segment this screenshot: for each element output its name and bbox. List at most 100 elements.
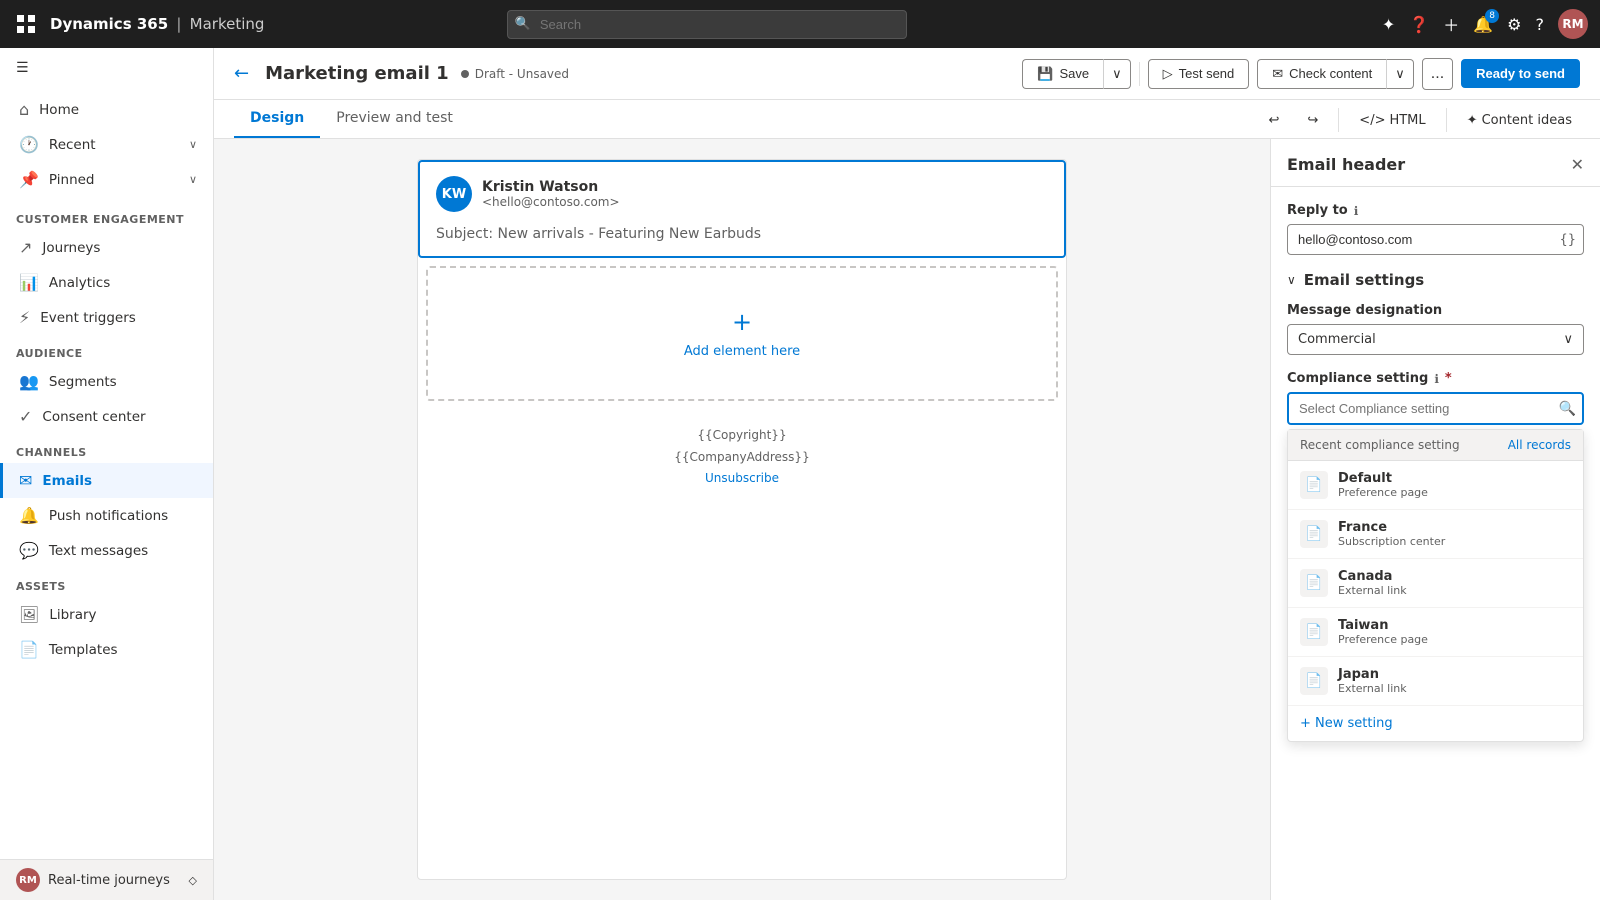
compliance-item-sub-france: Subscription center — [1338, 535, 1445, 548]
emails-icon: ✉ — [19, 471, 32, 490]
back-button[interactable]: ← — [234, 63, 249, 84]
compliance-item-default[interactable]: 📄 Default Preference page — [1288, 461, 1583, 510]
footer-company: {{CompanyAddress}} — [434, 447, 1050, 469]
compliance-item-france[interactable]: 📄 France Subscription center — [1288, 510, 1583, 559]
check-content-label: Check content — [1289, 66, 1372, 81]
save-split-button: 💾 Save ∨ — [1022, 59, 1130, 89]
email-settings-section[interactable]: ∨ Email settings — [1287, 271, 1584, 289]
avatar[interactable]: RM — [1558, 9, 1588, 39]
notification-badge: 8 — [1485, 9, 1499, 23]
new-setting-link[interactable]: + New setting — [1288, 706, 1583, 741]
panel-title: Email header — [1287, 155, 1405, 174]
search-input[interactable] — [507, 10, 907, 39]
reply-to-curly-icon: {} — [1559, 232, 1576, 247]
sidebar-label-journeys: Journeys — [42, 240, 100, 256]
html-icon: </> — [1359, 113, 1385, 128]
message-designation-chevron-icon: ∨ — [1563, 332, 1573, 347]
unsubscribe-link[interactable]: Unsubscribe — [705, 471, 779, 485]
add-icon[interactable]: ＋ — [1443, 12, 1459, 36]
status-text: Draft - Unsaved — [475, 67, 569, 81]
notifications-icon[interactable]: 🔔 8 — [1473, 15, 1493, 34]
sidebar-item-pinned[interactable]: 📌 Pinned ∨ — [0, 162, 213, 197]
panel-close-button[interactable]: ✕ — [1571, 155, 1584, 174]
copilot-icon[interactable]: ✦ — [1382, 15, 1395, 34]
sidebar-item-segments[interactable]: 👥 Segments — [0, 364, 213, 399]
settings-icon[interactable]: ⚙ — [1507, 15, 1521, 34]
content-ideas-button[interactable]: ✦ Content ideas — [1459, 109, 1580, 132]
status-badge: Draft - Unsaved — [461, 67, 569, 81]
reply-to-label: Reply to ℹ — [1287, 203, 1584, 218]
topbar-search-area: 🔍 — [507, 10, 907, 39]
sidebar-item-emails[interactable]: ✉ Emails — [0, 463, 213, 498]
reply-to-input-wrap: {} — [1287, 224, 1584, 255]
sidebar-item-event-triggers[interactable]: ⚡ Event triggers — [0, 300, 213, 335]
page-header: ← Marketing email 1 Draft - Unsaved 💾 Sa… — [214, 48, 1600, 100]
redo-button[interactable]: ↪ — [1299, 109, 1326, 132]
compliance-item-icon-france: 📄 — [1300, 520, 1328, 548]
content-ideas-icon: ✦ — [1467, 113, 1478, 128]
sidebar-item-recent[interactable]: 🕐 Recent ∨ — [0, 127, 213, 162]
help-icon[interactable]: ? — [1535, 15, 1544, 34]
sidebar-label-recent: Recent — [49, 137, 96, 153]
text-messages-icon: 💬 — [19, 541, 39, 560]
reply-to-info-icon[interactable]: ℹ — [1354, 204, 1359, 218]
email-header-card[interactable]: KW Kristin Watson <hello@contoso.com> Su… — [418, 160, 1066, 258]
segments-icon: 👥 — [19, 372, 39, 391]
sidebar-footer-rtj[interactable]: RM Real-time journeys ◇ — [0, 859, 213, 900]
compliance-item-info-default: Default Preference page — [1338, 471, 1428, 499]
add-element-icon: + — [732, 308, 752, 336]
compliance-item-name-canada: Canada — [1338, 569, 1407, 584]
compliance-info-icon[interactable]: ℹ — [1434, 372, 1439, 386]
sidebar-toggle[interactable]: ☰ — [0, 48, 213, 88]
compliance-item-japan[interactable]: 📄 Japan External link — [1288, 657, 1583, 706]
sidebar-item-consent-center[interactable]: ✓ Consent center — [0, 399, 213, 434]
header-actions: 💾 Save ∨ ▷ Test send ✉ Check content ∨ — [1022, 58, 1580, 90]
toolbar-divider — [1338, 108, 1339, 132]
main-layout: ☰ ⌂ Home 🕐 Recent ∨ 📌 Pinned ∨ Customer … — [0, 48, 1600, 900]
sidebar-item-analytics[interactable]: 📊 Analytics — [0, 265, 213, 300]
more-options-button[interactable]: ... — [1422, 58, 1453, 90]
sidebar-label-analytics: Analytics — [49, 275, 110, 291]
check-content-dropdown[interactable]: ∨ — [1386, 59, 1414, 89]
sidebar-item-journeys[interactable]: ↗ Journeys — [0, 230, 213, 265]
ready-to-send-button[interactable]: Ready to send — [1461, 59, 1580, 88]
undo-button[interactable]: ↩ — [1260, 109, 1287, 132]
brand-name: Dynamics 365 — [50, 15, 168, 33]
compliance-item-canada[interactable]: 📄 Canada External link — [1288, 559, 1583, 608]
save-button[interactable]: 💾 Save — [1022, 59, 1103, 89]
apps-grid-icon[interactable] — [12, 10, 40, 38]
compliance-required: * — [1445, 371, 1452, 386]
compliance-item-icon-default: 📄 — [1300, 471, 1328, 499]
sidebar-item-home[interactable]: ⌂ Home — [0, 92, 213, 127]
email-body-drop-zone[interactable]: + Add element here — [426, 266, 1058, 401]
home-icon: ⌂ — [19, 100, 29, 119]
footer-chevron-icon: ◇ — [189, 874, 197, 887]
tab-design[interactable]: Design — [234, 100, 320, 138]
tabs-bar: Design Preview and test ↩ ↪ </> HTML ✦ C… — [214, 100, 1600, 139]
message-designation-value: Commercial — [1298, 332, 1376, 347]
all-records-link[interactable]: All records — [1508, 438, 1571, 452]
sidebar-item-push-notifications[interactable]: 🔔 Push notifications — [0, 498, 213, 533]
sidebar-item-templates[interactable]: 📄 Templates — [0, 632, 213, 667]
compliance-search-input[interactable] — [1287, 392, 1584, 425]
sidebar: ☰ ⌂ Home 🕐 Recent ∨ 📌 Pinned ∨ Customer … — [0, 48, 214, 900]
reply-to-group: Reply to ℹ {} — [1287, 203, 1584, 255]
compliance-item-sub-japan: External link — [1338, 682, 1407, 695]
html-button[interactable]: </> HTML — [1351, 109, 1433, 132]
panel-body: Reply to ℹ {} ∨ Email settings — [1271, 187, 1600, 900]
tab-design-label: Design — [250, 110, 304, 126]
check-content-button[interactable]: ✉ Check content — [1257, 59, 1386, 89]
save-dropdown-button[interactable]: ∨ — [1103, 59, 1131, 89]
compliance-item-name-france: France — [1338, 520, 1445, 535]
message-designation-select-wrap: Commercial ∨ — [1287, 324, 1584, 355]
sidebar-item-text-messages[interactable]: 💬 Text messages — [0, 533, 213, 568]
sidebar-item-library[interactable]: 🖼 Library — [0, 597, 213, 632]
sidebar-label-text: Text messages — [49, 543, 148, 559]
message-designation-select[interactable]: Commercial ∨ — [1287, 324, 1584, 355]
compliance-item-taiwan[interactable]: 📄 Taiwan Preference page — [1288, 608, 1583, 657]
section-assets: Assets — [0, 568, 213, 597]
help-search-icon[interactable]: ❓ — [1409, 15, 1429, 34]
reply-to-input[interactable] — [1287, 224, 1584, 255]
test-send-button[interactable]: ▷ Test send — [1148, 59, 1250, 89]
tab-preview-test[interactable]: Preview and test — [320, 100, 469, 138]
